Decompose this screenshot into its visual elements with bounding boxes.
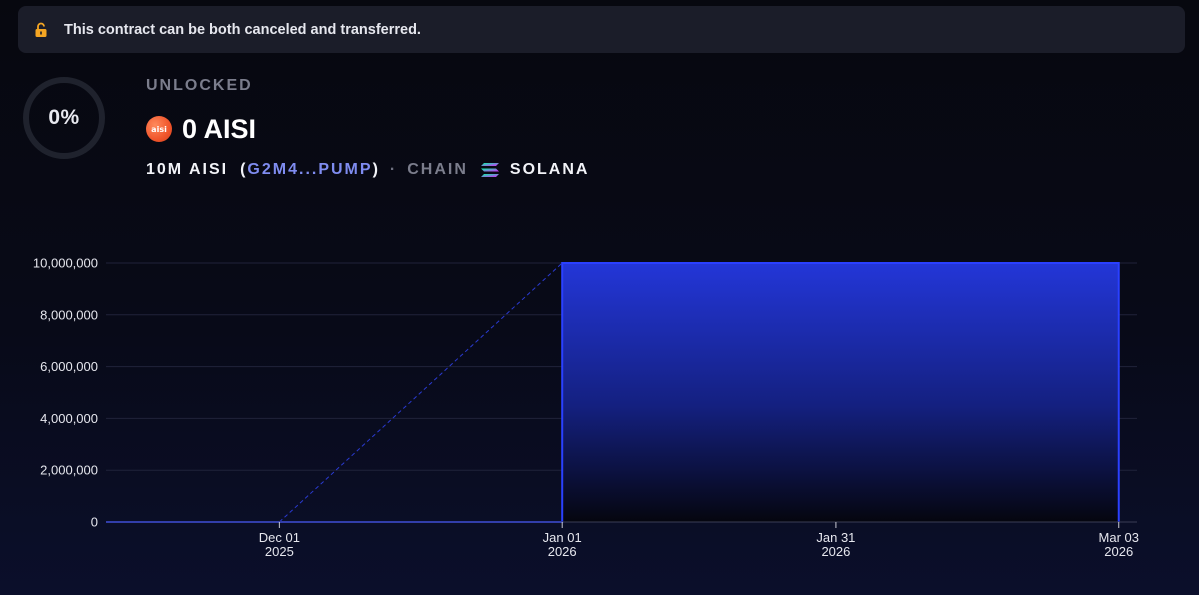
linear-guide-line: [279, 262, 563, 523]
y-tick-label: 4,000,000: [40, 411, 98, 426]
paren-close: ): [372, 161, 380, 178]
y-tick-label: 8,000,000: [40, 307, 98, 322]
chain-label: CHAIN: [407, 161, 468, 178]
x-tick-year: 2025: [265, 544, 294, 559]
separator-dot: ·: [389, 161, 398, 178]
token-meta-row: 10M AISI ( G2M4...PUMP ) · CHAIN SOLANA: [146, 158, 589, 182]
unlocked-amount-row: aisi 0 AISI: [146, 114, 256, 144]
solana-icon: [480, 162, 500, 178]
y-tick-label: 2,000,000: [40, 463, 98, 478]
y-tick-label: 6,000,000: [40, 359, 98, 374]
x-tick-label: Mar 03: [1099, 530, 1139, 545]
contract-info-banner: This contract can be both canceled and t…: [18, 6, 1185, 53]
unlocked-heading: UNLOCKED: [146, 77, 253, 94]
x-tick-year: 2026: [821, 544, 850, 559]
token-address-link[interactable]: G2M4...PUMP: [247, 161, 372, 179]
x-tick-label: Jan 01: [543, 530, 582, 545]
x-tick-label: Dec 01: [259, 530, 300, 545]
unlock-progress-ring: 0%: [22, 76, 106, 160]
y-tick-label: 0: [91, 515, 98, 530]
chain-name: SOLANA: [509, 161, 590, 178]
x-tick-year: 2026: [1104, 544, 1133, 559]
y-tick-label: 10,000,000: [33, 256, 98, 271]
x-tick-year: 2026: [548, 544, 577, 559]
unlock-percent: 0%: [48, 106, 80, 129]
unlocked-amount: 0 AISI: [182, 113, 257, 144]
token-logo: aisi: [146, 116, 172, 142]
lock-open-icon: [34, 22, 48, 38]
banner-text: This contract can be both canceled and t…: [64, 21, 421, 38]
total-amount: 10M AISI: [146, 161, 229, 178]
paren-open: (: [240, 161, 248, 178]
unlock-schedule-chart: 0 2,000,000 4,000,000 6,000,000 8,000,000 10,…: [33, 256, 1139, 560]
x-tick-label: Jan 31: [816, 530, 855, 545]
unlock-area-fill: [562, 263, 1119, 522]
